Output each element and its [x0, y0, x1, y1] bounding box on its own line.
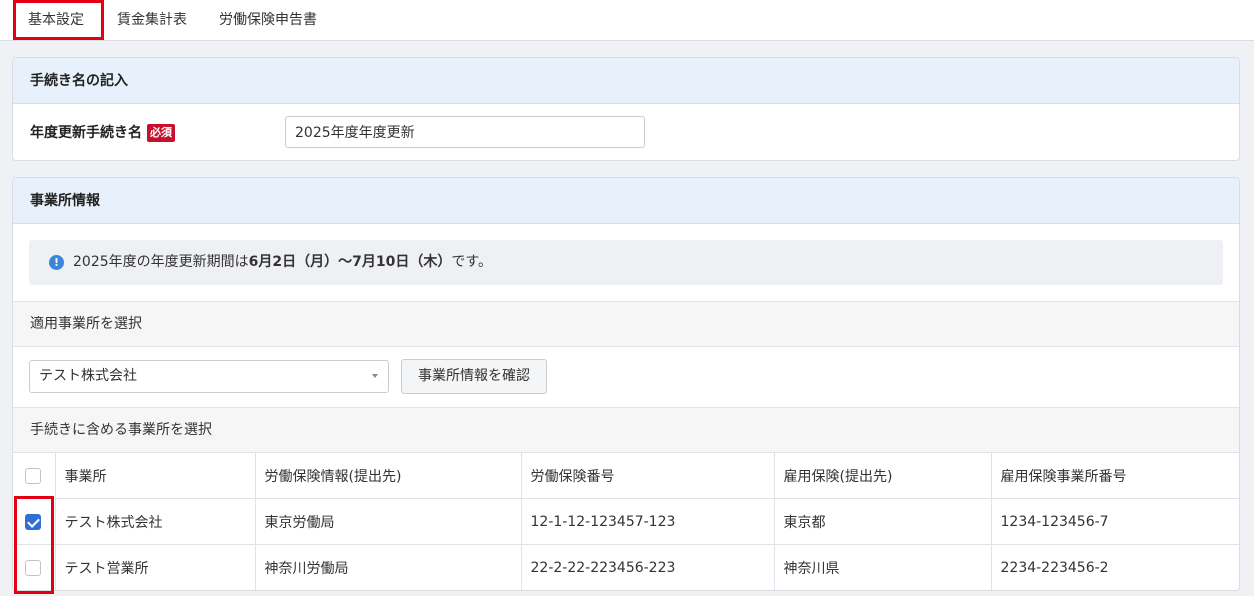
- procedure-name-row: 年度更新手続き名 必須: [13, 104, 1239, 160]
- select-all-checkbox[interactable]: [25, 467, 41, 484]
- employment-insurance-office-cell: 東京都: [773, 498, 991, 545]
- column-header-employment-insurance-office: 雇用保険(提出先): [773, 452, 991, 499]
- office-table: 事業所 労働保険情報(提出先) 労働保険番号 雇用保険(提出先) 雇用保険事業所…: [13, 452, 1239, 590]
- confirm-office-info-button[interactable]: 事業所情報を確認: [401, 359, 547, 394]
- office-name-cell: テスト営業所: [54, 544, 255, 590]
- office-select-value: テスト株式会社: [39, 368, 137, 384]
- tab-highlight-box: [13, 0, 104, 40]
- procedure-name-input[interactable]: [285, 116, 645, 148]
- table-header-row: 事業所 労働保険情報(提出先) 労働保険番号 雇用保険(提出先) 雇用保険事業所…: [13, 452, 1239, 499]
- labor-insurance-number-cell: 22-2-22-223456-223: [520, 544, 774, 590]
- table-row: テスト営業所 神奈川労働局 22-2-22-223456-223 神奈川県 22…: [13, 544, 1239, 590]
- procedure-name-label: 年度更新手続き名 必須: [30, 122, 175, 142]
- select-office-section-label: 適用事業所を選択: [13, 301, 1239, 347]
- office-name-cell: テスト株式会社: [54, 498, 255, 545]
- column-header-office: 事業所: [54, 452, 255, 499]
- employment-insurance-office-cell: 神奈川県: [773, 544, 991, 590]
- notice-period: 6月2日（月）〜7月10日（木）: [248, 254, 452, 270]
- column-header-labor-insurance-office: 労働保険情報(提出先): [254, 452, 521, 499]
- required-badge: 必須: [147, 124, 175, 142]
- tab-wage-summary[interactable]: 賃金集計表: [117, 0, 187, 40]
- employment-insurance-number-cell: 2234-223456-2: [990, 544, 1239, 590]
- column-header-labor-insurance-number: 労働保険番号: [520, 452, 774, 499]
- include-office-section-label: 手続きに含める事業所を選択: [13, 407, 1239, 453]
- notice-suffix: です。: [451, 254, 492, 270]
- notice-prefix: 2025年度の年度更新期間は: [73, 254, 249, 270]
- column-header-employment-insurance-number: 雇用保険事業所番号: [990, 452, 1239, 499]
- office-select[interactable]: テスト株式会社: [29, 360, 389, 393]
- office-info-card: 事業所情報 ! 2025年度の年度更新期間は6月2日（月）〜7月10日（木）です…: [12, 177, 1240, 591]
- tab-labor-insurance-declaration[interactable]: 労働保険申告書: [219, 0, 317, 40]
- procedure-card-header: 手続き名の記入: [13, 58, 1239, 104]
- update-period-notice: ! 2025年度の年度更新期間は6月2日（月）〜7月10日（木）です。: [29, 240, 1223, 285]
- procedure-name-label-text: 年度更新手続き名: [30, 125, 142, 141]
- row-checkbox[interactable]: [25, 513, 41, 530]
- select-all-cell: [13, 452, 55, 499]
- table-row: テスト株式会社 東京労働局 12-1-12-123457-123 東京都 123…: [13, 498, 1239, 545]
- tab-bar: 基本設定 賃金集計表 労働保険申告書: [0, 0, 1254, 41]
- employment-insurance-number-cell: 1234-123456-7: [990, 498, 1239, 545]
- labor-insurance-number-cell: 12-1-12-123457-123: [520, 498, 774, 545]
- row-checkbox-cell: [13, 498, 55, 545]
- row-checkbox[interactable]: [25, 559, 41, 576]
- procedure-name-card: 手続き名の記入 年度更新手続き名 必須: [12, 57, 1240, 161]
- row-checkbox-cell: [13, 544, 55, 590]
- chevron-down-icon: [372, 374, 378, 378]
- labor-insurance-office-cell: 東京労働局: [254, 498, 521, 545]
- office-card-header: 事業所情報: [13, 178, 1239, 224]
- labor-insurance-office-cell: 神奈川労働局: [254, 544, 521, 590]
- info-icon: !: [49, 255, 64, 270]
